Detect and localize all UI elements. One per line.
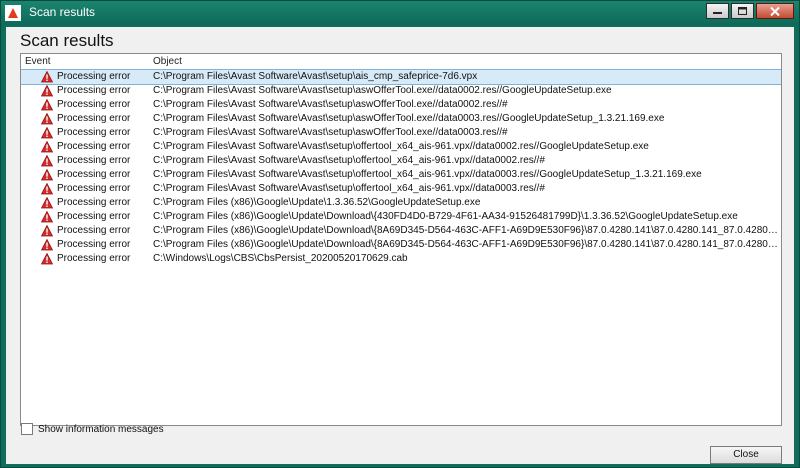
object-cell: C:\Program Files (x86)\Google\Update\Dow… <box>153 211 738 222</box>
column-header-event[interactable]: Event <box>25 56 51 67</box>
scan-results-list[interactable]: Event Object Processing error C:\Program … <box>20 53 782 426</box>
show-info-label: Show information messages <box>38 423 164 435</box>
event-cell: Processing error <box>57 183 131 194</box>
event-cell: Processing error <box>57 197 131 208</box>
event-cell: Processing error <box>57 225 131 236</box>
minimize-button[interactable] <box>706 3 729 19</box>
table-row[interactable]: Processing error C:\Program Files (x86)\G… <box>21 210 781 224</box>
event-cell: Processing error <box>57 113 131 124</box>
result-rows: Processing error C:\Program Files\Avast S… <box>21 69 781 266</box>
table-row[interactable]: Processing error C:\Program Files\Avast S… <box>21 126 781 140</box>
table-row[interactable]: Processing error C:\Program Files (x86)\G… <box>21 238 781 252</box>
event-cell: Processing error <box>57 71 131 82</box>
object-cell: C:\Program Files\Avast Software\Avast\se… <box>153 169 702 180</box>
warning-icon <box>41 211 53 223</box>
maximize-button[interactable] <box>731 3 754 19</box>
table-row[interactable]: Processing error C:\Program Files\Avast S… <box>21 69 781 85</box>
event-cell: Processing error <box>57 127 131 138</box>
object-cell: C:\Windows\Logs\CBS\CbsPersist_202005201… <box>153 253 408 264</box>
table-row[interactable]: Processing error C:\Program Files (x86)\G… <box>21 196 781 210</box>
table-row[interactable]: Processing error C:\Program Files\Avast S… <box>21 112 781 126</box>
warning-icon <box>41 197 53 209</box>
warning-icon <box>41 155 53 167</box>
object-cell: C:\Program Files (x86)\Google\Update\Dow… <box>153 225 778 236</box>
event-cell: Processing error <box>57 239 131 250</box>
event-cell: Processing error <box>57 169 131 180</box>
minimize-icon <box>713 12 722 14</box>
warning-icon <box>41 253 53 265</box>
column-header-object[interactable]: Object <box>153 56 182 67</box>
object-cell: C:\Program Files\Avast Software\Avast\se… <box>153 99 508 110</box>
table-row[interactable]: Processing error C:\Program Files\Avast S… <box>21 98 781 112</box>
event-cell: Processing error <box>57 211 131 222</box>
window-title: Scan results <box>29 5 96 19</box>
event-cell: Processing error <box>57 99 131 110</box>
close-button[interactable]: Close <box>710 446 782 464</box>
show-info-option[interactable]: Show information messages <box>21 423 164 435</box>
object-cell: C:\Program Files\Avast Software\Avast\se… <box>153 183 545 194</box>
object-cell: C:\Program Files\Avast Software\Avast\se… <box>153 71 478 82</box>
avast-logo-icon <box>5 5 21 21</box>
warning-icon <box>41 71 53 83</box>
column-header: Event Object <box>21 54 781 70</box>
warning-icon <box>41 225 53 237</box>
warning-icon <box>41 127 53 139</box>
warning-icon <box>41 183 53 195</box>
warning-icon <box>41 85 53 97</box>
table-row[interactable]: Processing error C:\Program Files\Avast S… <box>21 154 781 168</box>
event-cell: Processing error <box>57 141 131 152</box>
object-cell: C:\Program Files\Avast Software\Avast\se… <box>153 85 612 96</box>
warning-icon <box>41 239 53 251</box>
object-cell: C:\Program Files\Avast Software\Avast\se… <box>153 113 665 124</box>
object-cell: C:\Program Files\Avast Software\Avast\se… <box>153 155 545 166</box>
show-info-checkbox[interactable] <box>21 423 33 435</box>
table-row[interactable]: Processing error C:\Program Files\Avast S… <box>21 168 781 182</box>
event-cell: Processing error <box>57 155 131 166</box>
table-row[interactable]: Processing error C:\Windows\Logs\CBS\CbsP… <box>21 252 781 266</box>
close-icon <box>770 6 780 16</box>
table-row[interactable]: Processing error C:\Program Files\Avast S… <box>21 182 781 196</box>
page-title: Scan results <box>20 31 114 50</box>
object-cell: C:\Program Files\Avast Software\Avast\se… <box>153 141 649 152</box>
event-cell: Processing error <box>57 85 131 96</box>
table-row[interactable]: Processing error C:\Program Files (x86)\G… <box>21 224 781 238</box>
maximize-icon <box>738 7 747 15</box>
event-cell: Processing error <box>57 253 131 264</box>
scan-results-window: Scan results Scan results Event Object P… <box>0 0 800 468</box>
warning-icon <box>41 169 53 181</box>
object-cell: C:\Program Files (x86)\Google\Update\1.3… <box>153 197 481 208</box>
warning-icon <box>41 99 53 111</box>
table-row[interactable]: Processing error C:\Program Files\Avast S… <box>21 140 781 154</box>
warning-icon <box>41 113 53 125</box>
object-cell: C:\Program Files\Avast Software\Avast\se… <box>153 127 508 138</box>
close-window-button[interactable] <box>756 3 794 19</box>
content-panel: Scan results Event Object Processing err… <box>6 27 794 464</box>
warning-icon <box>41 141 53 153</box>
table-row[interactable]: Processing error C:\Program Files\Avast S… <box>21 84 781 98</box>
title-bar[interactable]: Scan results <box>1 1 799 25</box>
object-cell: C:\Program Files (x86)\Google\Update\Dow… <box>153 239 778 250</box>
window-controls <box>704 3 794 19</box>
